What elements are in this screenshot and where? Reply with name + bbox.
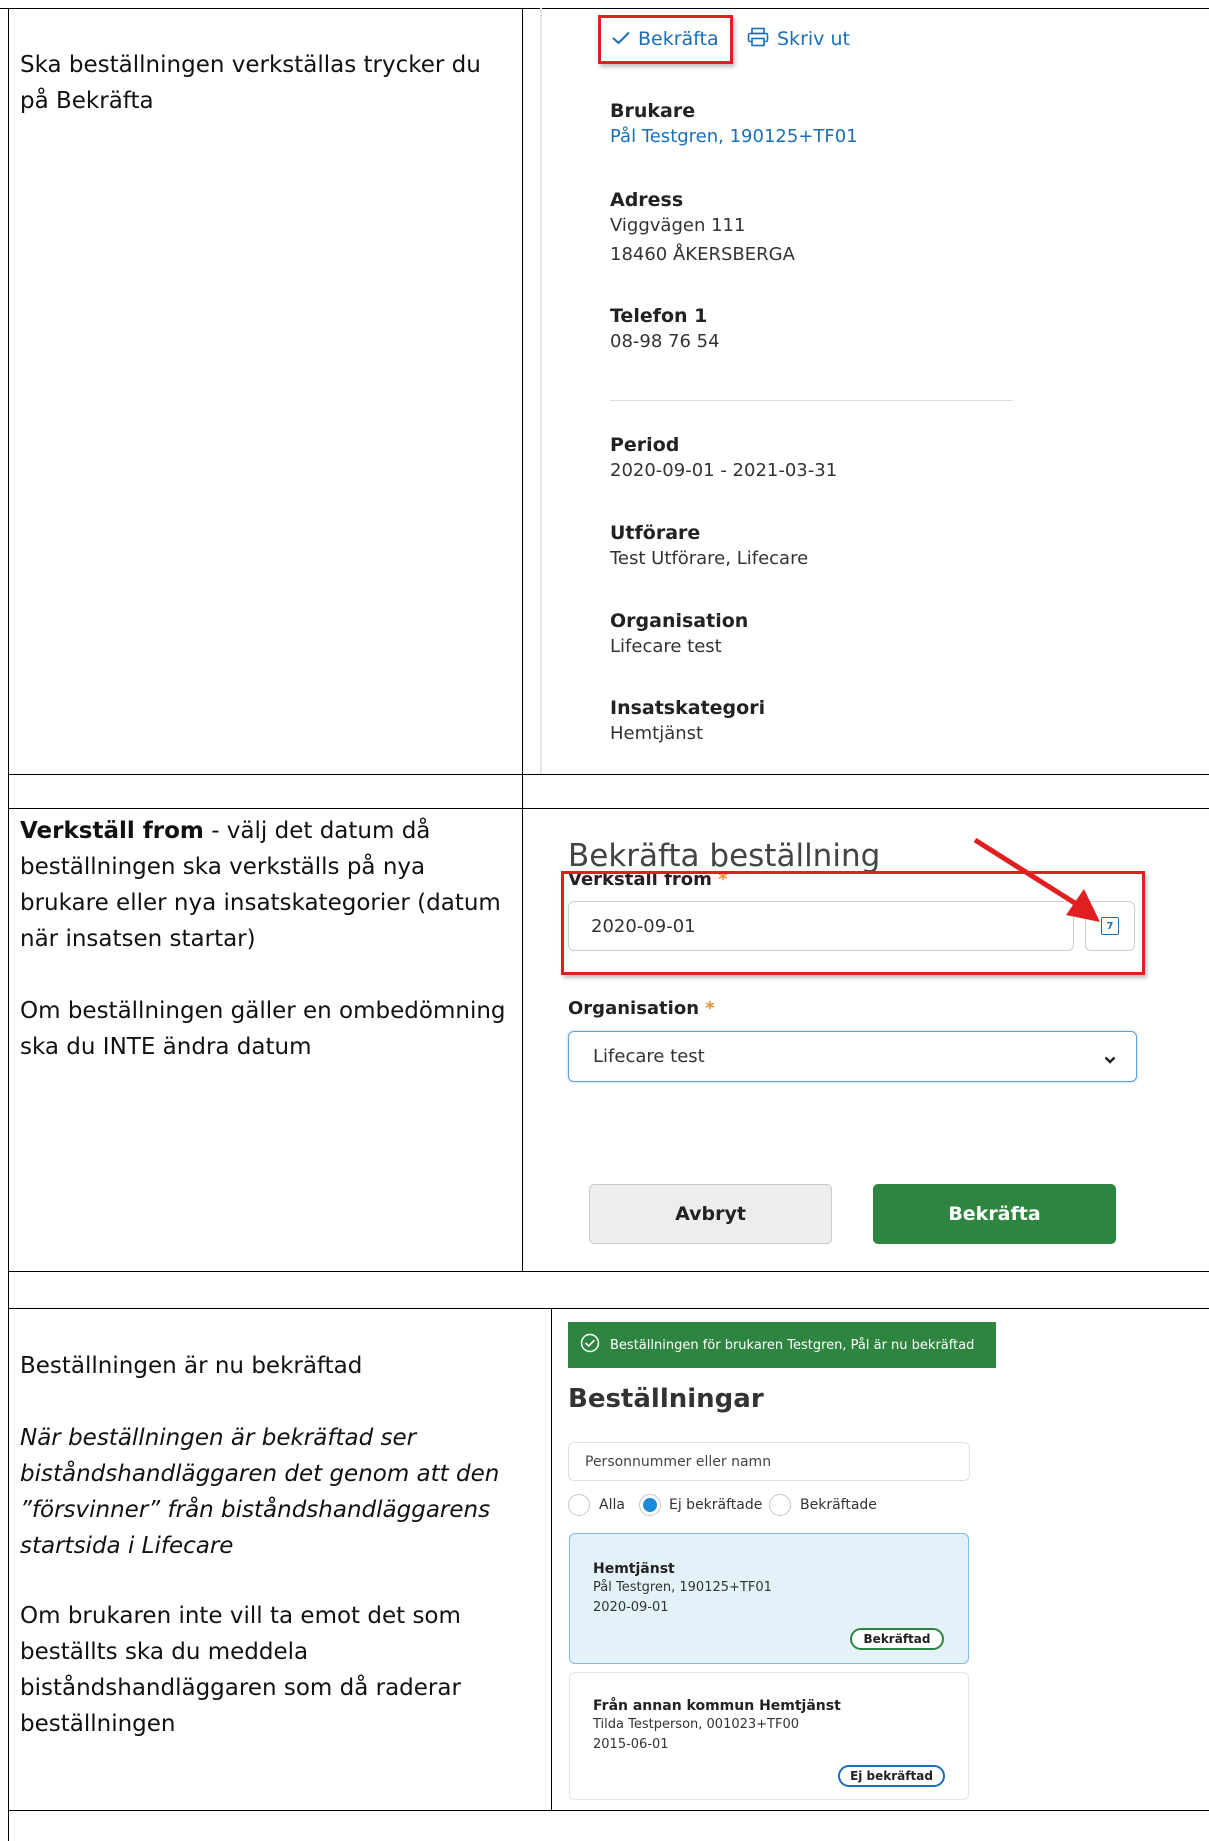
filter-radio-ej-bekraftade[interactable] (639, 1494, 661, 1516)
brukare-link[interactable]: Pål Testgren, 190125+TF01 (610, 122, 858, 151)
field-telefon: Telefon 1 08-98 76 54 (610, 305, 720, 356)
panel-left-border (540, 8, 542, 774)
instruction-text: Om beställningen gäller en ombedömning s… (20, 998, 506, 1060)
filter-radio-alla[interactable] (568, 1494, 590, 1516)
field-value: Test Utförare, Lifecare (610, 548, 809, 569)
row-divider (8, 1271, 1209, 1272)
row1-col-divider (522, 8, 523, 808)
cancel-button[interactable]: Avbryt (589, 1184, 832, 1244)
field-value: Hemtjänst (610, 723, 704, 744)
instruction-text: Verkställ from - välj det datum då bestä… (20, 813, 510, 957)
order-title: Från annan kommun Hemtjänst (593, 1698, 841, 1714)
order-person: Pål Testgren, 190125+TF01 (593, 1580, 772, 1595)
instruction-text-italic: När beställningen är bekräftad ser bistå… (20, 1420, 535, 1564)
instruction-bold: Verkställ from (20, 818, 204, 844)
organisation-select[interactable]: Lifecare test (568, 1031, 1137, 1082)
check-icon (612, 28, 630, 50)
status-badge: Bekräftad (850, 1628, 944, 1650)
status-badge: Ej bekräftad (838, 1765, 945, 1787)
field-value: Lifecare test (610, 636, 722, 657)
table-border-left (8, 8, 9, 1841)
field-utforare: Utförare Test Utförare, Lifecare (610, 522, 808, 573)
confirm-button[interactable]: Bekräfta (873, 1184, 1116, 1244)
row2-col-divider (522, 808, 523, 1272)
field-label: Insatskategori (610, 697, 766, 719)
organisation-value: Lifecare test (593, 1046, 705, 1067)
page-heading: Beställningar (568, 1384, 764, 1414)
field-period: Period 2020-09-01 - 2021-03-31 (610, 434, 837, 485)
field-label: Brukare (610, 100, 696, 122)
field-label: Utförare (610, 522, 701, 544)
search-placeholder: Personnummer eller namn (585, 1454, 772, 1470)
success-toast: Beställningen för brukaren Testgren, Pål… (568, 1322, 996, 1368)
red-arrow-annotation (973, 837, 1100, 922)
required-mark: * (705, 998, 715, 1019)
field-value: 18460 ÅKERSBERGA (610, 244, 795, 265)
printer-icon (747, 27, 769, 52)
print-toolbar-label: Skriv ut (777, 28, 850, 50)
print-toolbar-button[interactable]: Skriv ut (747, 24, 850, 54)
filter-label: Alla (599, 1497, 625, 1513)
filter-label: Bekräftade (800, 1497, 877, 1513)
filter-radio-bekraftade[interactable] (769, 1494, 791, 1516)
field-insatskategori: Insatskategori Hemtjänst (610, 697, 765, 748)
chevron-down-icon (1104, 1050, 1116, 1069)
row3-col-divider (551, 1308, 552, 1810)
order-card[interactable]: Hemtjänst Pål Testgren, 190125+TF01 2020… (569, 1533, 969, 1664)
instruction-italic: När beställningen är bekräftad ser bistå… (20, 1425, 500, 1559)
field-value: 2020-09-01 - 2021-03-31 (610, 460, 838, 481)
instruction-text: Beställningen är nu bekräftad (20, 1353, 363, 1379)
confirm-toolbar-button[interactable]: Bekräfta (612, 24, 719, 54)
order-title: Hemtjänst (593, 1561, 675, 1577)
instruction-text: Ska beställningen verkställas trycker du… (20, 52, 481, 114)
field-label: Telefon 1 (610, 305, 708, 327)
confirm-toolbar-label: Bekräfta (638, 28, 719, 50)
filter-label: Ej bekräftade (669, 1497, 763, 1513)
field-label: Organisation (610, 610, 749, 632)
org-label: Organisation * (568, 998, 715, 1019)
instruction-text: Om brukaren inte vill ta emot det som be… (20, 1603, 461, 1737)
field-value: Viggvägen 111 (610, 215, 746, 236)
row-divider (8, 808, 1209, 809)
row-divider (8, 774, 1209, 775)
table-border-top (0, 8, 1209, 9)
search-input[interactable]: Personnummer eller namn (568, 1442, 970, 1481)
check-circle-icon (580, 1333, 600, 1357)
order-date: 2020-09-01 (593, 1600, 669, 1615)
radio-selected-dot (643, 1498, 657, 1512)
divider (610, 400, 1013, 401)
field-label: Period (610, 434, 680, 456)
field-adress: Adress Viggvägen 111 18460 ÅKERSBERGA (610, 189, 795, 269)
field-value: 08-98 76 54 (610, 331, 720, 352)
toast-message: Beställningen för brukaren Testgren, Pål… (610, 1337, 975, 1353)
field-label: Adress (610, 189, 684, 211)
order-date: 2015-06-01 (593, 1737, 669, 1752)
row-divider (8, 1308, 1209, 1309)
org-label-text: Organisation (568, 998, 700, 1019)
row-divider (8, 1810, 1209, 1811)
order-card[interactable]: Från annan kommun Hemtjänst Tilda Testpe… (569, 1672, 969, 1800)
field-brukare: Brukare Pål Testgren, 190125+TF01 (610, 100, 858, 151)
field-organisation: Organisation Lifecare test (610, 610, 748, 661)
order-person: Tilda Testperson, 001023+TF00 (593, 1717, 800, 1732)
